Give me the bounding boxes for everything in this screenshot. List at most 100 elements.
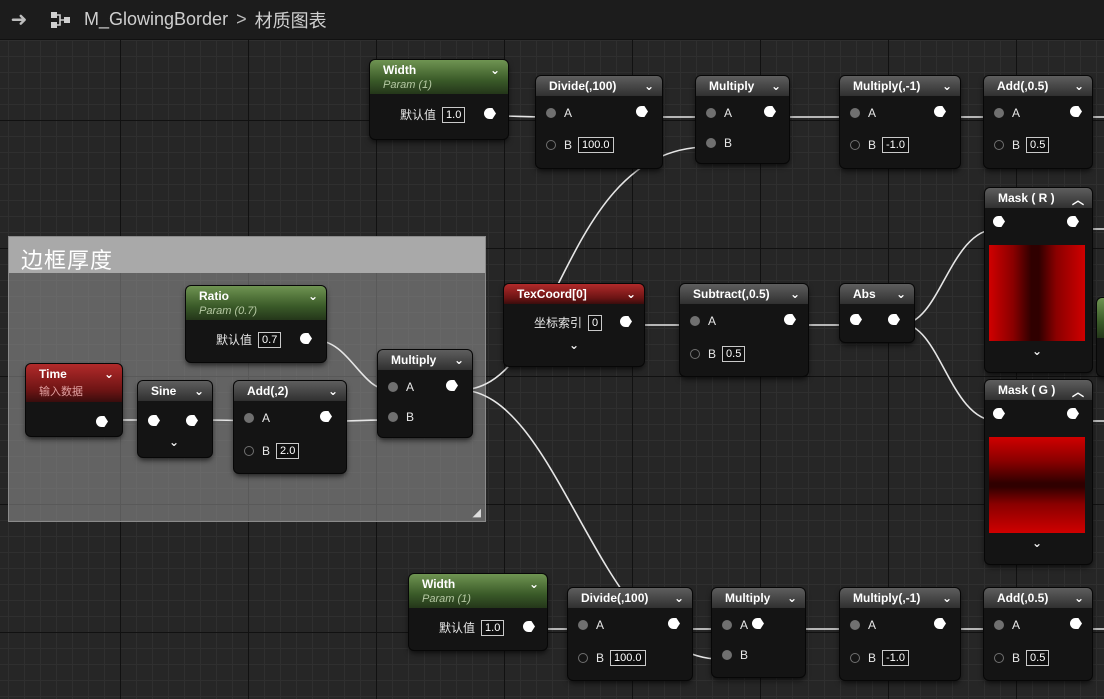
node-header[interactable]: Time 输入数据 ⌄ [26,364,122,402]
input-pin-icon[interactable] [850,108,860,118]
node-header[interactable]: Add(,0.5) ⌄ [984,76,1092,96]
divide-node[interactable]: Divide(,100) ⌄ A B 100.0 [536,76,662,168]
ratio-param-node[interactable]: Ratio Param (0.7) ⌄ 默认值 0.7 [186,286,326,362]
input-pin-icon[interactable] [388,412,398,422]
chevron-down-icon[interactable]: ⌄ [896,287,906,301]
node-header[interactable]: Divide(,100) ⌄ [568,588,692,608]
chevron-down-icon[interactable]: ⌄ [787,591,797,605]
output-pin-icon[interactable] [186,415,198,426]
add-2-node[interactable]: Add(,2) ⌄ A B 2.0 [234,381,346,473]
output-pin-icon[interactable] [1070,106,1082,117]
output-pin-icon[interactable] [752,618,764,629]
chevron-down-icon[interactable]: ⌄ [308,289,318,303]
multiply-negative-node[interactable]: Multiply(,-1) ⌄ A B -1.0 [840,588,960,680]
chevron-down-icon[interactable]: ⌄ [644,79,654,93]
input-pin-icon[interactable] [993,216,1005,227]
chevron-down-icon[interactable]: ⌄ [942,591,952,605]
output-pin-icon[interactable] [300,333,312,344]
input-pin-icon[interactable] [850,653,860,663]
add-node[interactable]: Add(,0.5) ⌄ A B 0.5 [984,588,1092,680]
b-value-field[interactable]: 0.5 [1026,137,1050,153]
input-pin-icon[interactable] [578,620,588,630]
input-pin-icon[interactable] [546,108,556,118]
mask-g-node[interactable]: Mask ( G ) ︿ ⌄ [985,380,1092,564]
default-value-field[interactable]: 1.0 [442,106,466,123]
input-pin-icon[interactable] [690,349,700,359]
input-pin-icon[interactable] [546,140,556,150]
input-pin-icon[interactable] [993,408,1005,419]
chevron-down-icon[interactable]: ⌄ [790,287,800,301]
input-pin-icon[interactable] [722,620,732,630]
chevron-down-icon[interactable]: ⌄ [328,384,338,398]
multiply-node[interactable]: Multiply ⌄ A B [712,588,805,677]
output-pin-icon[interactable] [446,380,458,391]
coordinate-index-field[interactable]: 0 [588,314,603,331]
input-pin-icon[interactable] [850,140,860,150]
input-pin-icon[interactable] [850,314,862,325]
texcoord-node[interactable]: TexCoord[0] ⌄ 坐标索引 0 ⌄ [504,284,644,366]
input-pin-icon[interactable] [994,108,1004,118]
sine-node[interactable]: Sine ⌄ ⌄ [138,381,212,457]
default-value-field[interactable]: 0.7 [258,331,282,348]
output-pin-icon[interactable] [668,618,680,629]
default-value-field[interactable]: 1.0 [481,619,505,636]
node-header[interactable]: Multiply ⌄ [378,350,472,370]
node-header[interactable]: Abs ⌄ [840,284,914,304]
node-header[interactable]: Width Param (1) ⌄ [370,60,508,94]
node-header[interactable]: Multiply(,-1) ⌄ [840,76,960,96]
multiply-negative-node[interactable]: Multiply(,-1) ⌄ A B -1.0 [840,76,960,168]
chevron-down-icon[interactable]: ⌄ [490,63,500,77]
input-pin-icon[interactable] [994,653,1004,663]
subtract-node[interactable]: Subtract(,0.5) ⌄ A B 0.5 [680,284,808,376]
abs-node[interactable]: Abs ⌄ [840,284,914,342]
chevron-down-icon[interactable]: ⌄ [1074,79,1084,93]
output-pin-icon[interactable] [934,618,946,629]
multiply-node[interactable]: Multiply ⌄ A B [378,350,472,437]
node-header[interactable]: Ratio Param (0.7) ⌄ [186,286,326,320]
node-header[interactable]: Multiply(,-1) ⌄ [840,588,960,608]
output-pin-icon[interactable] [1070,618,1082,629]
node-header[interactable]: Add(,2) ⌄ [234,381,346,401]
node-header[interactable]: Multiply ⌄ [712,588,805,608]
input-pin-icon[interactable] [994,620,1004,630]
chevron-down-icon[interactable]: ⌄ [569,338,579,352]
chevron-down-icon[interactable]: ⌄ [942,79,952,93]
mask-r-node[interactable]: Mask ( R ) ︿ ⌄ [985,188,1092,372]
input-pin-icon[interactable] [578,653,588,663]
width-param-node[interactable]: Width Param (1) ⌄ 默认值 1.0 [370,60,508,139]
input-pin-icon[interactable] [706,138,716,148]
time-input-node[interactable]: Time 输入数据 ⌄ [26,364,122,436]
b-value-field[interactable]: 100.0 [610,650,646,666]
output-pin-icon[interactable] [888,314,900,325]
input-pin-icon[interactable] [388,382,398,392]
b-value-field[interactable]: 2.0 [276,443,300,459]
chevron-up-icon[interactable]: ︿ [1072,383,1084,400]
output-pin-icon[interactable] [484,108,496,119]
chevron-down-icon[interactable]: ⌄ [454,353,464,367]
offscreen-node[interactable] [1097,298,1104,376]
chevron-down-icon[interactable]: ⌄ [626,287,636,301]
node-header[interactable]: Multiply ⌄ [696,76,789,96]
output-pin-icon[interactable] [1067,216,1079,227]
chevron-down-icon[interactable]: ⌄ [529,577,539,591]
chevron-down-icon[interactable]: ⌄ [1032,536,1042,550]
input-pin-icon[interactable] [706,108,716,118]
multiply-node[interactable]: Multiply ⌄ A B [696,76,789,163]
add-node[interactable]: Add(,0.5) ⌄ A B 0.5 [984,76,1092,168]
output-pin-icon[interactable] [96,416,108,427]
chevron-down-icon[interactable]: ⌄ [1074,591,1084,605]
b-value-field[interactable]: -1.0 [882,650,909,666]
input-pin-icon[interactable] [722,650,732,660]
input-pin-icon[interactable] [994,140,1004,150]
input-pin-icon[interactable] [690,316,700,326]
input-pin-icon[interactable] [244,446,254,456]
b-value-field[interactable]: 100.0 [578,137,614,153]
chevron-down-icon[interactable]: ⌄ [169,435,179,449]
output-pin-icon[interactable] [523,621,535,632]
chevron-down-icon[interactable]: ⌄ [1032,344,1042,358]
input-pin-icon[interactable] [244,413,254,423]
output-pin-icon[interactable] [636,106,648,117]
chevron-down-icon[interactable]: ⌄ [674,591,684,605]
chevron-down-icon[interactable]: ⌄ [194,384,204,398]
node-header[interactable]: Add(,0.5) ⌄ [984,588,1092,608]
